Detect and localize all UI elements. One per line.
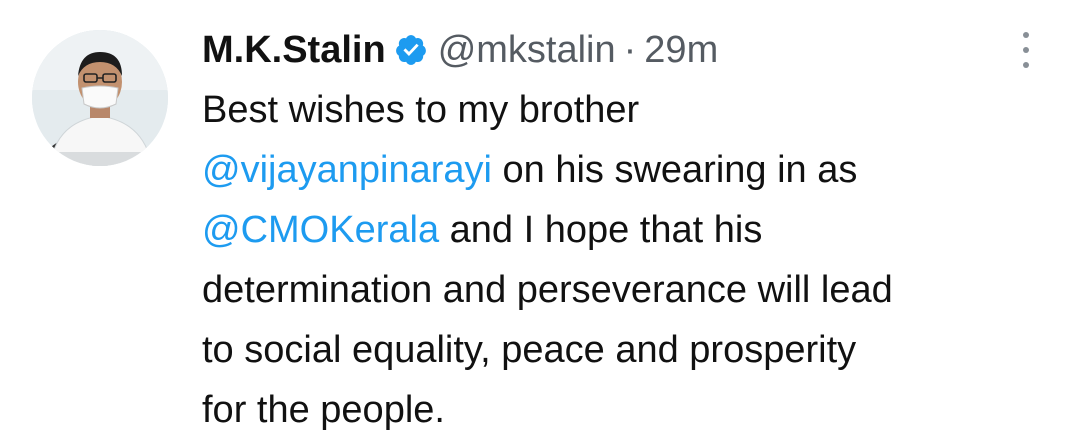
tweet-text-segment: to social equality, peace and prosperity	[202, 329, 857, 371]
more-options-icon[interactable]	[1018, 32, 1034, 68]
more-dot-icon	[1023, 62, 1029, 68]
tweet-line: @CMOKerala and I hope that his	[202, 200, 1062, 260]
tweet-text: Best wishes to my brother @vijayanpinara…	[202, 80, 1062, 432]
tweet-line: determination and perseverance will lead	[202, 260, 1062, 320]
tweet-text-segment: for the people.	[202, 389, 445, 431]
tweet-line: @vijayanpinarayi on his swearing in as	[202, 140, 1062, 200]
tweet-card[interactable]: M.K.Stalin @mkstalin · 29m Best wishes t…	[0, 0, 1080, 432]
tweet-text-segment: determination and perseverance will lead	[202, 269, 893, 311]
tweet-text-segment: Best wishes to my brother	[202, 89, 640, 131]
avatar[interactable]	[32, 30, 168, 166]
mention-link-vijayanpinarayi[interactable]: @vijayanpinarayi	[202, 149, 492, 191]
tweet-line: to social equality, peace and prosperity	[202, 320, 1062, 380]
tweet-text-segment: on his swearing in as	[491, 149, 858, 191]
user-handle[interactable]: @mkstalin	[438, 29, 616, 72]
mention-link-cmokerala[interactable]: @CMOKerala	[202, 209, 439, 251]
tweet-line: Best wishes to my brother	[202, 80, 1062, 140]
avatar-image	[32, 30, 168, 166]
tweet-header: M.K.Stalin @mkstalin · 29m	[202, 26, 718, 74]
timestamp[interactable]: 29m	[644, 29, 718, 72]
more-dot-icon	[1023, 47, 1029, 53]
more-dot-icon	[1023, 32, 1029, 38]
verified-badge-icon	[394, 33, 428, 67]
tweet-text-segment: and I hope that his	[439, 209, 763, 251]
separator-dot: ·	[623, 28, 637, 71]
display-name[interactable]: M.K.Stalin	[202, 29, 386, 72]
tweet-line: for the people.	[202, 380, 1062, 432]
